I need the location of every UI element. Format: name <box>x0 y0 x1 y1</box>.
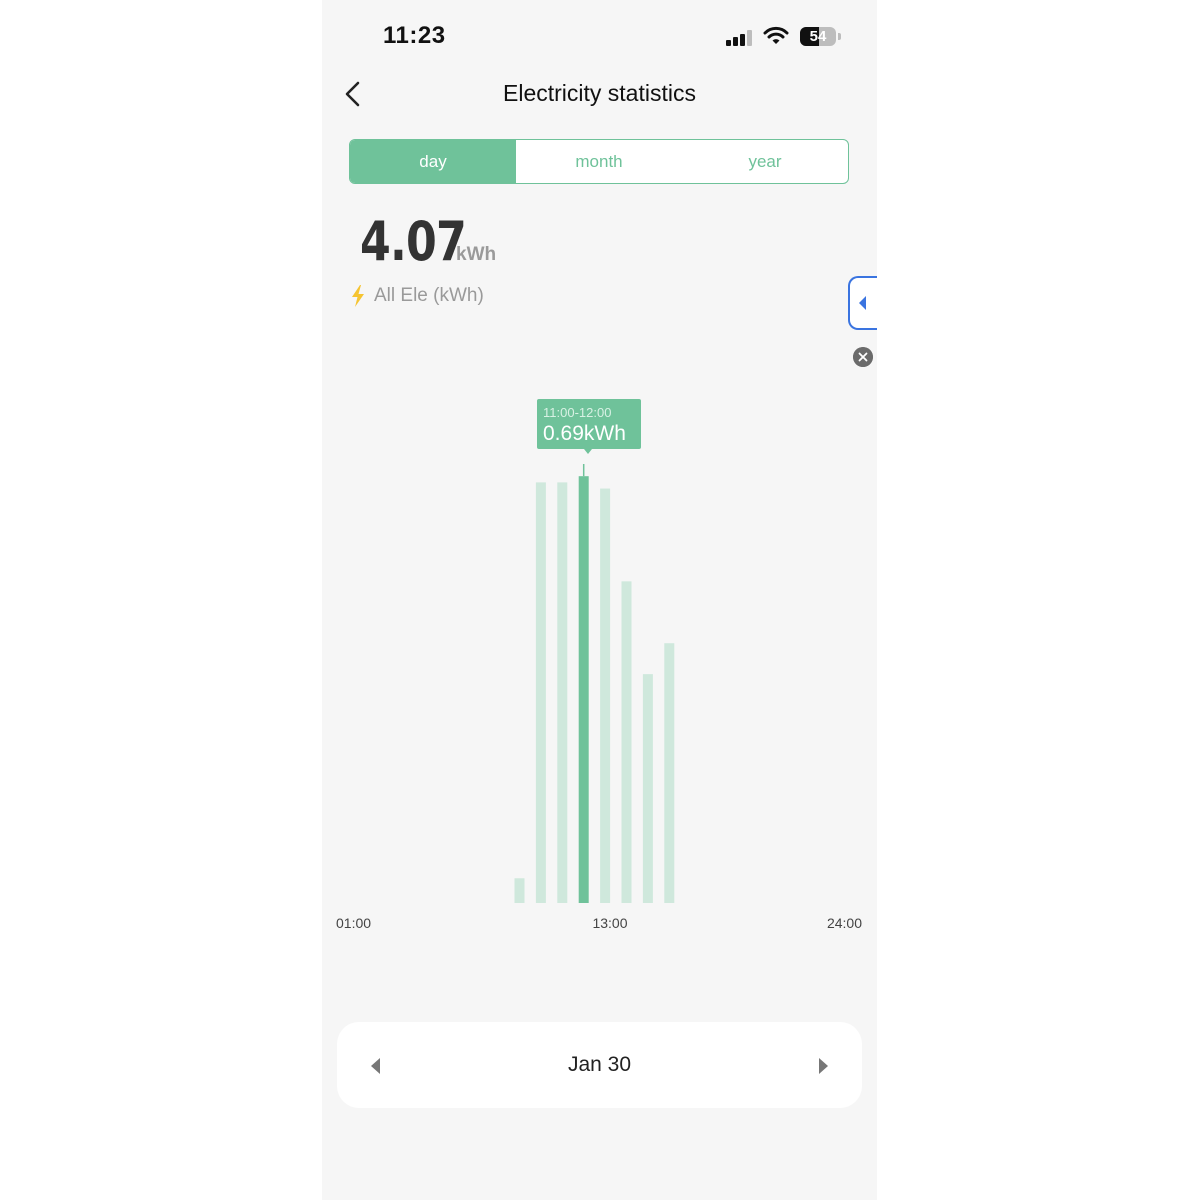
date-label[interactable]: Jan 30 <box>337 1053 862 1077</box>
x-tick-label: 24:00 <box>827 915 862 931</box>
chart-bar-13:00[interactable] <box>600 488 611 903</box>
legend-label: All Ele (kWh) <box>374 285 484 306</box>
caret-left-icon <box>859 296 866 310</box>
chart-bar-10:00[interactable] <box>535 482 546 903</box>
tooltip-caret <box>584 449 592 454</box>
chart-bar-12:00[interactable] <box>578 476 589 903</box>
period-tabs: day month year <box>349 139 849 184</box>
total-value: 4.07 <box>360 210 467 273</box>
chart-bar-14:00[interactable] <box>621 581 632 903</box>
hourly-consumption-chart: 01:00 13:00 24:00 <box>336 464 862 931</box>
status-time: 11:23 <box>383 22 446 49</box>
close-icon[interactable] <box>853 347 873 367</box>
caret-right-icon[interactable] <box>819 1058 828 1074</box>
chart-bar-11:00[interactable] <box>557 482 568 903</box>
battery-tip <box>838 33 841 40</box>
chart-bar-09:00[interactable] <box>514 878 525 903</box>
x-tick-label: 01:00 <box>336 915 371 931</box>
x-tick-label: 13:00 <box>592 915 627 931</box>
bar-tooltip: 11:00-12:00 0.69kWh <box>537 399 641 449</box>
lightning-bolt-icon <box>352 285 364 307</box>
tab-month[interactable]: month <box>516 140 682 183</box>
chart-bar-15:00[interactable] <box>642 674 653 903</box>
tab-year[interactable]: year <box>682 140 848 183</box>
tab-day[interactable]: day <box>350 140 516 183</box>
chart-legend: All Ele (kWh) <box>350 285 484 307</box>
chart-bar-16:00[interactable] <box>664 643 675 903</box>
battery-icon: 54 <box>800 27 836 46</box>
wifi-icon <box>763 26 789 44</box>
phone-screen: 11:23 54 Electricity statistics day mont… <box>322 0 877 1200</box>
signal-icon <box>726 30 754 46</box>
tooltip-value: 0.69kWh <box>543 422 626 445</box>
side-expand-tab[interactable] <box>848 276 877 330</box>
tooltip-range: 11:00-12:00 <box>543 405 612 420</box>
page-title: Electricity statistics <box>503 80 696 106</box>
battery-percent: 54 <box>809 28 827 45</box>
total-consumption: 4.07 kWh <box>360 210 496 273</box>
date-navigator: Jan 30 <box>337 1022 862 1108</box>
